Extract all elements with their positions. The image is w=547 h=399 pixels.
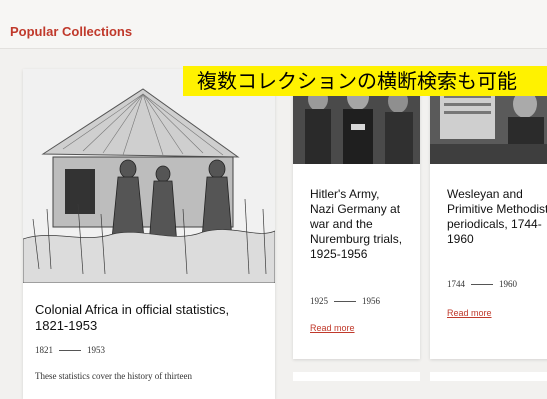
end-year: 1956 xyxy=(362,296,380,306)
card-image xyxy=(23,69,275,283)
start-year: 1925 xyxy=(310,296,328,306)
date-separator xyxy=(334,300,356,302)
card-title[interactable]: Hitler's Army, Nazi Germany at war and t… xyxy=(310,187,405,262)
next-card-edge xyxy=(293,372,420,381)
collection-card-hitlers-army[interactable]: Hitler's Army, Nazi Germany at war and t… xyxy=(293,69,420,359)
date-separator xyxy=(59,349,81,351)
end-year: 1953 xyxy=(87,345,105,355)
read-more-link[interactable]: Read more xyxy=(310,323,355,333)
card-title[interactable]: Colonial Africa in official statistics, … xyxy=(35,302,265,335)
engraving-illustration xyxy=(23,69,275,283)
end-year: 1960 xyxy=(499,279,517,289)
date-range: 1925 1956 xyxy=(310,296,380,306)
card-description: These statistics cover the history of th… xyxy=(35,371,192,381)
start-year: 1744 xyxy=(447,279,465,289)
collection-card-colonial-africa[interactable]: Colonial Africa in official statistics, … xyxy=(23,69,275,399)
start-year: 1821 xyxy=(35,345,53,355)
overlay-caption: 複数コレクションの横断検索も可能 xyxy=(183,66,547,96)
date-range: 1821 1953 xyxy=(35,345,105,355)
read-more-link[interactable]: Read more xyxy=(447,308,492,318)
section-header: Popular Collections xyxy=(0,0,547,49)
next-card-edge xyxy=(430,372,547,381)
date-separator xyxy=(471,283,493,285)
card-title[interactable]: Wesleyan and Primitive Methodist periodi… xyxy=(447,187,547,247)
collection-card-methodist-periodicals[interactable]: Wesleyan and Primitive Methodist periodi… xyxy=(430,69,547,359)
section-title: Popular Collections xyxy=(10,24,133,39)
date-range: 1744 1960 xyxy=(447,279,517,289)
